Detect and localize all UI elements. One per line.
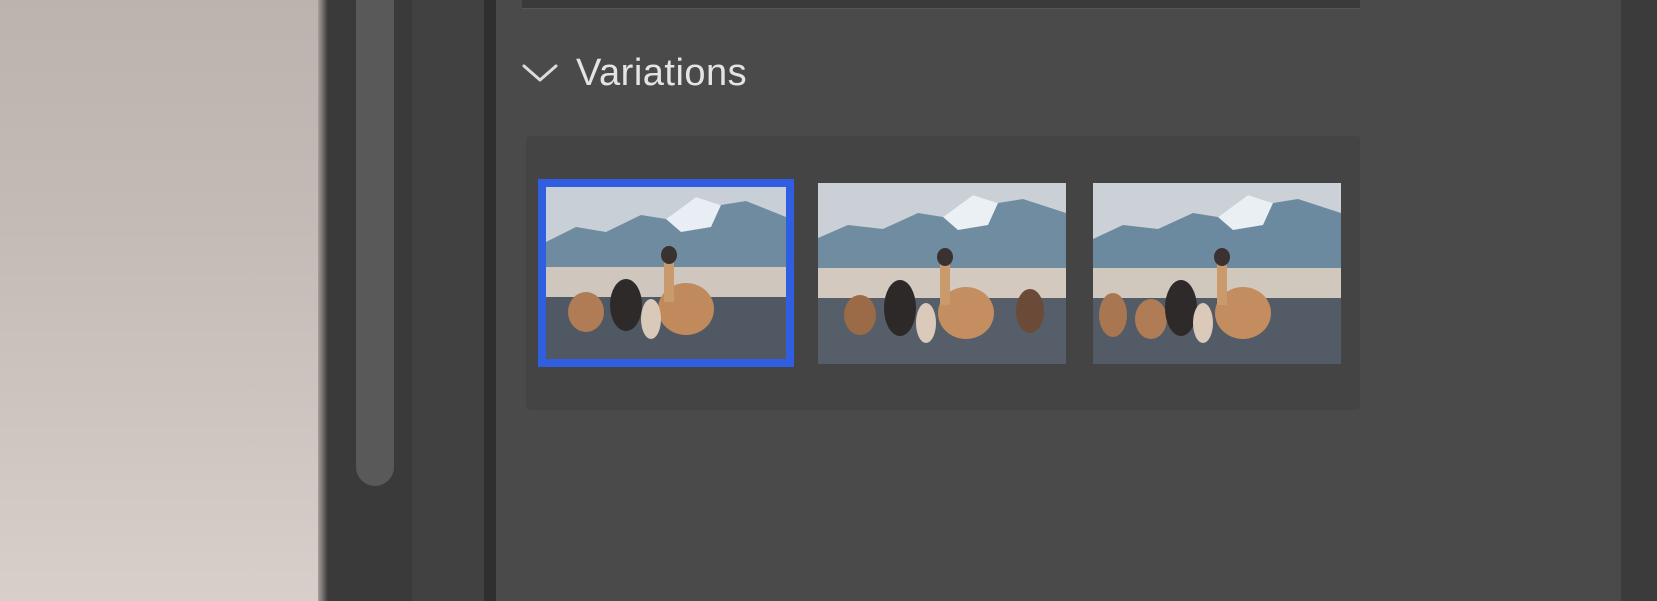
- llama-image: [1093, 183, 1341, 364]
- chevron-down-icon[interactable]: [522, 55, 558, 91]
- canvas-scrollbar-thumb[interactable]: [356, 0, 394, 486]
- llama-image: [546, 187, 786, 359]
- variation-thumbnail-2[interactable]: [818, 183, 1066, 364]
- canvas-image-area[interactable]: [0, 0, 326, 601]
- canvas-edge: [318, 0, 328, 601]
- variations-section-title: Variations: [576, 51, 748, 94]
- panel-divider[interactable]: [484, 0, 496, 601]
- variation-thumbnail-3[interactable]: [1093, 183, 1341, 364]
- panel-right-edge: [1621, 0, 1657, 601]
- variation-thumbnail-1[interactable]: [538, 179, 794, 367]
- llama-image: [818, 183, 1066, 364]
- section-separator: [522, 0, 1360, 9]
- panel-gutter: [412, 0, 486, 601]
- app-window: Variations: [0, 0, 1657, 601]
- variations-section-header[interactable]: Variations: [522, 48, 747, 98]
